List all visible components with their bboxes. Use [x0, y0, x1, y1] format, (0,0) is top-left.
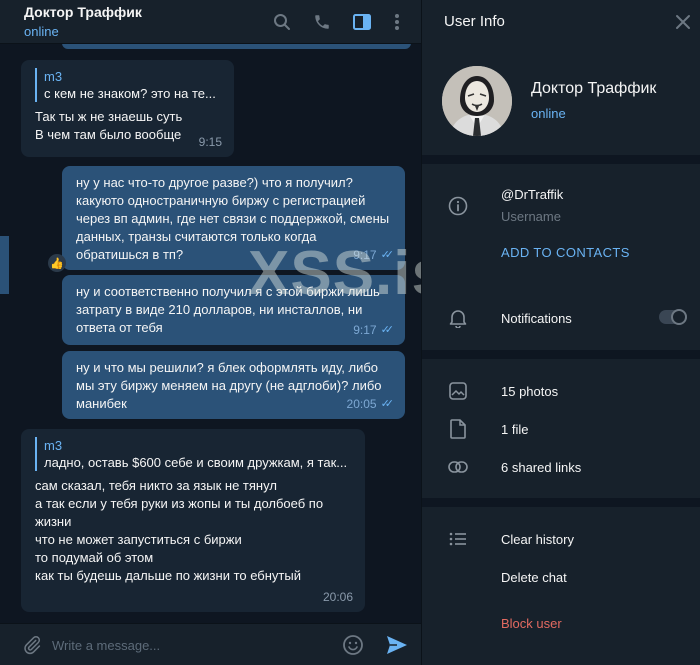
message-text: ну у нас что-то другое разве?) что я пол… [76, 175, 390, 262]
message-meta: 9:15 [199, 133, 222, 151]
section-divider [422, 155, 700, 164]
message-text: сам сказал, тебя никто за язык не тянул … [35, 478, 324, 583]
section-divider [422, 350, 700, 359]
message-bubble[interactable]: m3 ладно, оставь $600 себе и своим дружк… [21, 429, 365, 612]
message-time: 20:05 [346, 397, 377, 411]
notifications-label: Notifications [501, 311, 572, 326]
notifications-toggle[interactable] [659, 309, 687, 325]
send-icon[interactable] [385, 633, 409, 657]
user-info-header: User Info [422, 0, 700, 44]
user-info-title: User Info [444, 13, 505, 30]
attach-icon[interactable] [20, 633, 44, 657]
message-bubble[interactable]: ну у нас что-то другое разве?) что я пол… [62, 166, 405, 270]
message-meta: 20:05 ✓✓ [346, 395, 395, 413]
file-icon [446, 417, 470, 441]
read-checks-icon: ✓✓ [380, 324, 395, 336]
photo-icon [446, 379, 470, 403]
reply-author: m3 [44, 69, 63, 84]
more-vertical-icon[interactable] [385, 10, 409, 34]
message-text: ну и соответственно получил я с этой бир… [76, 284, 380, 335]
section-divider [422, 498, 700, 507]
chat-header: Доктор Траффик online [0, 0, 421, 44]
shared-links-item[interactable]: 6 shared links [501, 460, 581, 475]
message-text: Так ты ж не знаешь суть В чем там было в… [35, 109, 183, 142]
message-bubble[interactable]: ну и что мы решили? я блек оформлять иду… [62, 351, 405, 419]
shared-photos-item[interactable]: 15 photos [501, 384, 558, 399]
info-icon [446, 194, 470, 218]
search-icon[interactable] [270, 10, 294, 34]
read-checks-icon: ✓✓ [380, 398, 395, 410]
chat-title[interactable]: Доктор Траффик [24, 4, 142, 20]
username-value[interactable]: @DrTraffik [501, 187, 563, 202]
reply-text: ладно, оставь $600 себе и своим дружкам,… [44, 455, 348, 470]
shared-files-item[interactable]: 1 file [501, 422, 528, 437]
clear-history-button[interactable]: Clear history [501, 532, 574, 547]
message-bubble[interactable]: ну и соответственно получил я с этой бир… [62, 275, 405, 345]
message-text: ну и что мы решили? я блек оформлять иду… [76, 360, 382, 411]
delete-chat-button[interactable]: Delete chat [501, 570, 567, 585]
reply-text: с кем не знаком? это на те... [44, 86, 216, 101]
message-bubble[interactable]: m3 с кем не знаком? это на те... Так ты … [21, 60, 234, 157]
message-time: 20:06 [322, 590, 353, 604]
message-time: 9:17 [353, 323, 377, 337]
phone-icon[interactable] [310, 10, 334, 34]
toggle-knob [671, 309, 687, 325]
reply-quote[interactable]: m3 ладно, оставь $600 себе и своим дружк… [35, 437, 351, 471]
emoji-icon[interactable] [341, 633, 365, 657]
message-time: 9:15 [198, 135, 222, 149]
message-time: 9:17 [353, 248, 377, 262]
link-icon [446, 455, 470, 479]
close-icon[interactable] [671, 10, 695, 34]
scroll-indicator [0, 236, 9, 294]
block-user-button[interactable]: Block user [501, 616, 562, 631]
reaction-badge[interactable]: 👍 [48, 254, 66, 272]
add-to-contacts-button[interactable]: ADD TO CONTACTS [501, 245, 630, 260]
message-meta: 9:17 ✓✓ [353, 321, 395, 339]
reply-author: m3 [44, 438, 63, 453]
message-meta: 9:17 ✓✓ [353, 246, 395, 264]
username-label: Username [501, 209, 561, 224]
message-meta: 20:06 [323, 588, 353, 606]
reply-quote[interactable]: m3 с кем не знаком? это на те... [35, 68, 220, 102]
message-composer [0, 623, 421, 665]
bell-icon [446, 306, 470, 330]
profile-status: online [531, 106, 566, 121]
chat-panel: Доктор Траффик online m3 с кем не знаком… [0, 0, 421, 665]
sidebar-toggle-icon[interactable] [350, 10, 374, 34]
chat-status: online [24, 24, 59, 39]
avatar[interactable] [442, 66, 512, 136]
profile-name: Доктор Траффик [531, 80, 657, 97]
read-checks-icon: ✓✓ [380, 249, 395, 261]
user-info-panel: User Info Доктор Траффик online @DrTraff… [421, 0, 700, 665]
message-input[interactable] [52, 635, 322, 655]
list-icon [446, 527, 470, 551]
